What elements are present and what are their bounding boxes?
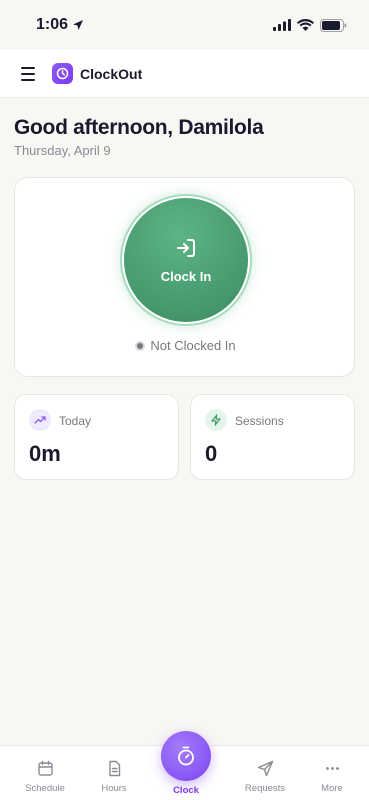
stat-label-sessions: Sessions <box>235 414 284 428</box>
stat-card-today: Today 0m <box>14 394 179 480</box>
send-icon <box>257 760 273 777</box>
clock-card: Clock In Not Clocked In <box>14 177 355 377</box>
nav-item-schedule[interactable]: Schedule <box>15 760 75 794</box>
calendar-icon <box>37 760 53 776</box>
stat-value-today: 0m <box>29 441 61 466</box>
more-dots-icon <box>325 767 339 770</box>
clock-in-label: Clock In <box>160 268 212 284</box>
nav-label-hours: Hours <box>101 783 127 794</box>
status-icons <box>273 18 347 32</box>
app-logo-icon <box>52 63 73 84</box>
nav-label-schedule: Schedule <box>25 783 65 794</box>
wifi-icon <box>297 19 314 31</box>
stat-label-today: Today <box>59 414 92 428</box>
app-header: ClockOut <box>0 50 369 98</box>
document-icon <box>108 760 120 777</box>
clock-status-text: Not Clocked In <box>150 338 236 353</box>
nav-item-clock[interactable] <box>161 731 211 781</box>
trending-up-icon <box>29 409 51 431</box>
greeting-title: Good afternoon, Damilola <box>14 116 264 139</box>
app-name: ClockOut <box>80 65 143 82</box>
status-time: 1:06 <box>36 16 69 33</box>
current-date: Thursday, April 9 <box>14 143 111 158</box>
clock-in-button[interactable]: Clock In <box>124 198 248 322</box>
cellular-signal-icon <box>273 19 291 31</box>
nav-label-clock: Clock <box>173 785 199 796</box>
nav-item-more[interactable]: More <box>302 760 362 794</box>
clock-status: Not Clocked In <box>15 338 356 353</box>
nav-item-hours[interactable]: Hours <box>84 760 144 794</box>
nav-label-requests: Requests <box>244 783 286 794</box>
status-dot-icon <box>135 340 146 351</box>
login-arrow-icon <box>177 238 195 257</box>
stopwatch-icon <box>178 746 194 766</box>
lightning-icon <box>205 409 227 431</box>
stat-card-sessions: Sessions 0 <box>190 394 355 480</box>
nav-label-more: More <box>321 783 343 794</box>
status-time-group: 1:06 <box>36 16 84 34</box>
stat-value-sessions: 0 <box>205 441 218 466</box>
nav-item-requests[interactable]: Requests <box>235 760 295 794</box>
battery-icon <box>320 18 347 32</box>
status-bar: 1:06 <box>0 0 369 50</box>
location-arrow-icon <box>73 20 84 30</box>
hamburger-menu-icon[interactable] <box>16 62 40 86</box>
